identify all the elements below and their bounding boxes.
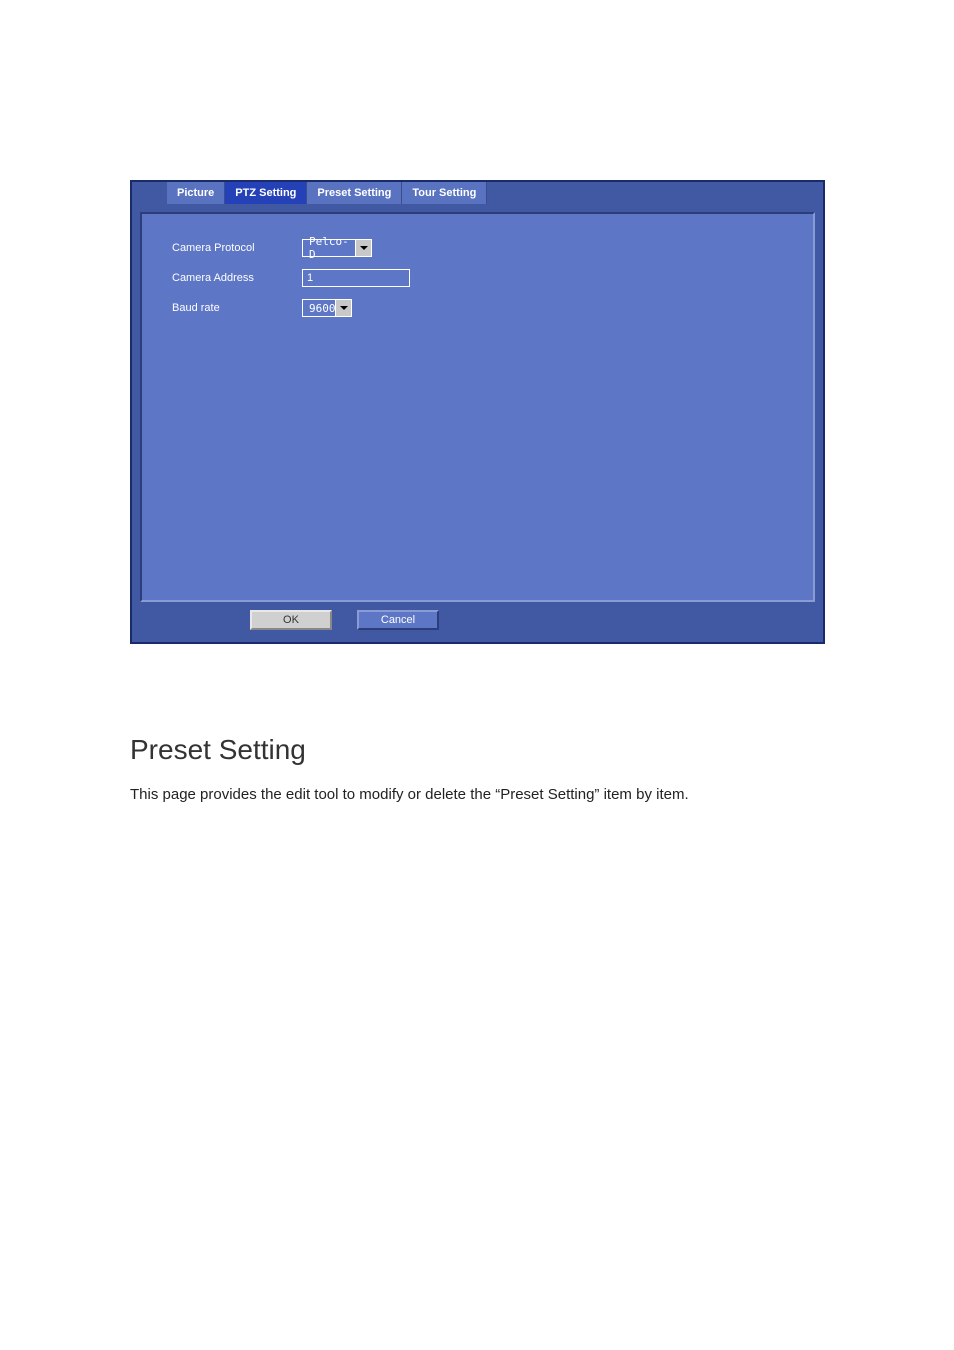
section-body-text: This page provides the edit tool to modi… [130, 784, 824, 807]
row-camera-protocol: Camera Protocol Pelco-D [172, 239, 783, 257]
dialog-content: Camera Protocol Pelco-D Camera Address B… [140, 212, 815, 602]
row-camera-address: Camera Address [172, 269, 783, 287]
tab-preset-setting[interactable]: Preset Setting [307, 182, 402, 204]
chevron-down-icon [360, 246, 368, 250]
button-row: OK Cancel [132, 610, 823, 642]
label-baud-rate: Baud rate [172, 302, 302, 314]
chevron-down-icon [340, 306, 348, 310]
input-camera-address[interactable] [302, 269, 410, 287]
tab-ptz-setting[interactable]: PTZ Setting [225, 182, 307, 204]
select-baud-rate[interactable]: 9600 [302, 299, 352, 317]
label-camera-protocol: Camera Protocol [172, 242, 302, 254]
ok-button[interactable]: OK [250, 610, 332, 630]
label-camera-address: Camera Address [172, 272, 302, 284]
select-value-baud-rate: 9600 [303, 300, 335, 316]
tab-tour-setting[interactable]: Tour Setting [402, 182, 487, 204]
select-value-camera-protocol: Pelco-D [303, 240, 355, 256]
row-baud-rate: Baud rate 9600 [172, 299, 783, 317]
settings-dialog: Picture PTZ Setting Preset Setting Tour … [130, 180, 825, 644]
tab-picture[interactable]: Picture [167, 182, 225, 204]
select-camera-protocol[interactable]: Pelco-D [302, 239, 372, 257]
section-heading: Preset Setting [130, 734, 824, 766]
cancel-button[interactable]: Cancel [357, 610, 439, 630]
dropdown-arrow-icon[interactable] [355, 240, 371, 256]
dropdown-arrow-icon[interactable] [335, 300, 351, 316]
tab-bar: Picture PTZ Setting Preset Setting Tour … [132, 182, 823, 204]
